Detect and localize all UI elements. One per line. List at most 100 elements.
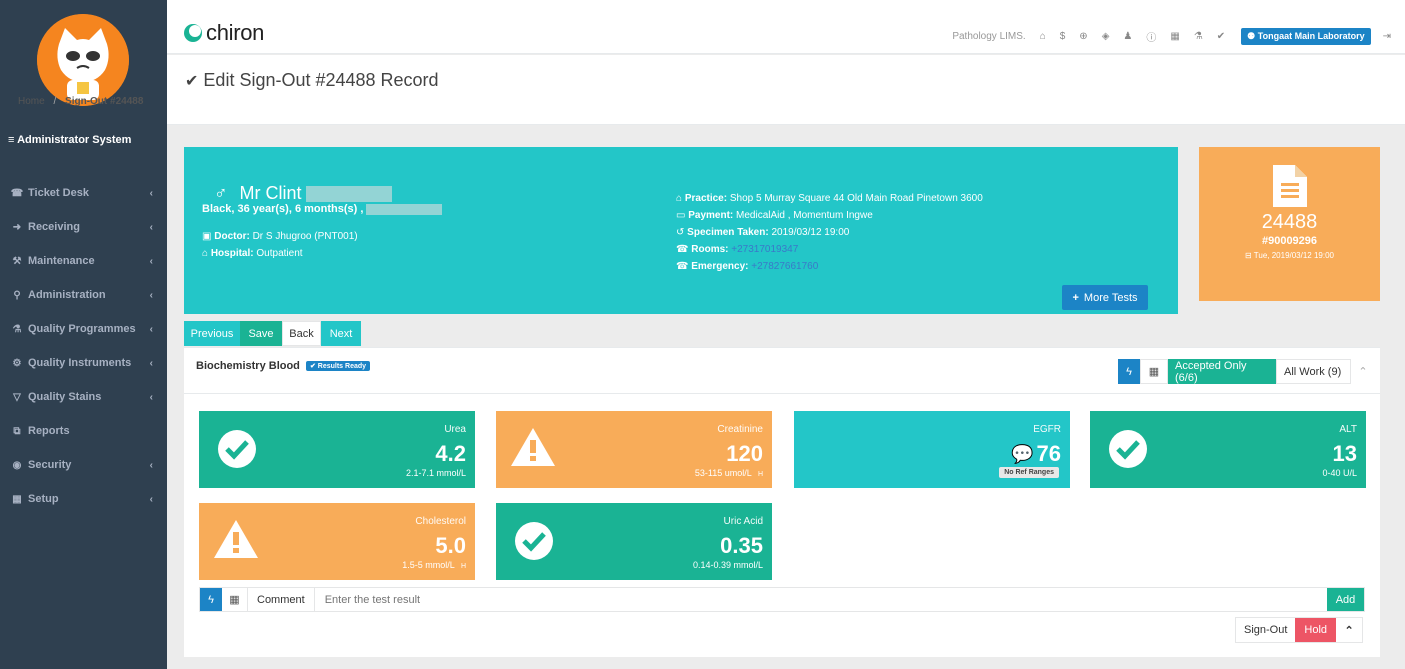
result-tile-creatinine[interactable]: Creatinine 120 53-115 umol/L H xyxy=(496,411,772,488)
bolt-button[interactable]: ϟ xyxy=(1118,359,1140,384)
sidebar-item-quality-instruments[interactable]: ⚙ Quality Instruments ‹ xyxy=(0,346,167,380)
logout-icon[interactable]: ⇥ xyxy=(1383,31,1391,42)
more-tests-button[interactable]: + More Tests xyxy=(1062,285,1148,310)
table-button[interactable]: ▦ xyxy=(1140,359,1168,384)
doctor-value: Dr S Jhugroo (PNT001) xyxy=(252,231,358,242)
sidebar-item-label: Reports xyxy=(28,425,70,437)
lab-name: Tongaat Main Laboratory xyxy=(1257,31,1365,41)
record-date: Tue, 2019/03/12 19:00 xyxy=(1253,251,1334,260)
hospital-value: Outpatient xyxy=(256,248,303,259)
flask-icon[interactable]: ⚗ xyxy=(1194,31,1203,42)
hospital-line: ⌂ Hospital: Outpatient xyxy=(202,248,303,259)
specimen-label: Specimen Taken: xyxy=(687,227,769,238)
sign-out-button[interactable]: Sign-Out xyxy=(1236,618,1296,642)
practice-line: ⌂ Practice: Shop 5 Murray Square 44 Old … xyxy=(676,193,983,204)
payment-value: MedicalAid , Momentum Ingwe xyxy=(736,210,873,221)
patient-name-row: ♂ Mr Clint xyxy=(214,183,392,204)
money-icon: ▭ xyxy=(676,210,686,221)
wrench-icon: ⚒ xyxy=(12,255,22,267)
sidebar-item-quality-stains[interactable]: ▽ Quality Stains ‹ xyxy=(0,380,167,414)
check-icon[interactable]: ✔ xyxy=(1217,31,1225,42)
tag-icon[interactable]: ◈ xyxy=(1102,31,1110,42)
expand-button[interactable]: ⌃ xyxy=(1336,618,1363,642)
payment-line: ▭ Payment: MedicalAid , Momentum Ingwe xyxy=(676,210,873,221)
back-button[interactable]: Back xyxy=(282,321,321,346)
sidebar-item-ticket-desk[interactable]: ☎ Ticket Desk ‹ xyxy=(0,176,167,210)
bolt-button[interactable]: ϟ xyxy=(200,588,222,611)
emergency-phone-link[interactable]: +27827661760 xyxy=(751,261,818,272)
result-tile-uric-acid[interactable]: Uric Acid 0.35 0.14-0.39 mmol/L xyxy=(496,503,772,580)
sidebar-item-label: Receiving xyxy=(28,221,80,233)
info-icon[interactable]: ⓘ xyxy=(1146,29,1156,44)
sidebar-item-maintenance[interactable]: ⚒ Maintenance ‹ xyxy=(0,244,167,278)
all-work-button[interactable]: All Work (9) xyxy=(1276,359,1351,384)
lock-icon: ⊟ xyxy=(1245,251,1252,260)
table-button[interactable]: ▦ xyxy=(222,588,248,611)
dollar-icon[interactable]: $ xyxy=(1060,31,1066,42)
payment-label: Payment: xyxy=(688,210,734,221)
rooms-label: Rooms: xyxy=(691,244,729,255)
previous-button[interactable]: Previous xyxy=(184,321,240,346)
calendar-icon[interactable]: ▦ xyxy=(1170,31,1179,42)
plus-icon: + xyxy=(1072,291,1079,304)
test-range-row: 0.14-0.39 mmol/L xyxy=(693,560,763,570)
file-icon xyxy=(1273,165,1307,207)
chevron-left-icon: ‹ xyxy=(149,323,153,335)
more-tests-label: More Tests xyxy=(1083,291,1138,304)
test-value: 0.35 xyxy=(720,533,763,558)
test-name: Cholesterol xyxy=(415,516,466,527)
male-icon: ♂ xyxy=(214,183,228,203)
panel-divider xyxy=(184,393,1380,394)
doctor-line: ▣ Doctor: Dr S Jhugroo (PNT001) xyxy=(202,231,358,242)
sidebar-nav: ☎ Ticket Desk ‹ ➜ Receiving ‹ ⚒ Maintenance ‹ ⚲ Ad… xyxy=(0,176,167,516)
test-name: ALT xyxy=(1339,424,1357,435)
copy-icon: ⧉ xyxy=(13,425,21,437)
home-icon[interactable]: ⌂ xyxy=(1040,31,1046,42)
patient-details: Black, 36 year(s), 6 months(s) , xyxy=(202,203,364,215)
record-date-row: ⊟ Tue, 2019/03/12 19:00 xyxy=(1199,251,1380,260)
chiron-logo-icon xyxy=(184,24,202,42)
result-tile-egfr[interactable]: EGFR 💬 76 No Ref Ranges xyxy=(794,411,1070,488)
collapse-button[interactable]: ⌃ xyxy=(1351,359,1375,384)
breadcrumb-home[interactable]: Home xyxy=(18,96,45,107)
sidebar-item-reports[interactable]: ⧉ Reports xyxy=(0,414,167,448)
emergency-line: ☎ Emergency: +27827661760 xyxy=(676,261,818,272)
warning-icon xyxy=(214,520,258,558)
sidebar-item-security[interactable]: ◉ Security ‹ xyxy=(0,448,167,482)
results-ready-badge: ✔ Results Ready xyxy=(305,361,371,372)
sidebar-item-setup[interactable]: ▦ Setup ‹ xyxy=(0,482,167,516)
lifebuoy-icon[interactable]: ⊕ xyxy=(1079,31,1087,42)
patient-details-row: Black, 36 year(s), 6 months(s) , xyxy=(202,203,443,215)
lab-selector-button[interactable]: ⚉ Tongaat Main Laboratory xyxy=(1241,28,1371,45)
user-name: Administrator System xyxy=(17,134,132,146)
result-tile-alt[interactable]: ALT 13 0-40 U/L xyxy=(1090,411,1366,488)
chevron-left-icon: ‹ xyxy=(149,391,153,403)
accepted-only-button[interactable]: Accepted Only (6/6) xyxy=(1168,359,1276,384)
sidebar-item-administration[interactable]: ⚲ Administration ‹ xyxy=(0,278,167,312)
app-name: Pathology LIMS. xyxy=(952,31,1026,42)
logo[interactable]: chiron xyxy=(183,20,264,46)
test-range: 53-115 umol/L xyxy=(694,468,752,478)
rooms-phone-link[interactable]: +27317019347 xyxy=(731,244,798,255)
comment-button[interactable]: Comment xyxy=(248,588,315,611)
emergency-label: Emergency: xyxy=(691,261,749,272)
chevron-up-icon: ⌃ xyxy=(1344,624,1354,637)
result-tile-urea[interactable]: Urea 4.2 2.1-7.1 mmol/L xyxy=(199,411,475,488)
result-tile-cholesterol[interactable]: Cholesterol 5.0 1.5-5 mmol/L H xyxy=(199,503,475,580)
sidebar-item-quality-programmes[interactable]: ⚗ Quality Programmes ‹ xyxy=(0,312,167,346)
sidebar-item-receiving[interactable]: ➜ Receiving ‹ xyxy=(0,210,167,244)
avatar[interactable] xyxy=(37,14,129,106)
sidebar-item-label: Ticket Desk xyxy=(28,187,89,199)
comment-row: ϟ ▦ Comment Add xyxy=(199,587,1365,612)
add-button[interactable]: Add xyxy=(1327,588,1364,611)
page-title: ✔ Edit Sign-Out #24488 Record xyxy=(185,70,439,91)
save-button[interactable]: Save xyxy=(240,321,282,346)
user-secret-icon[interactable]: ♟ xyxy=(1123,31,1132,42)
user-menu[interactable]: ≡ Administrator System xyxy=(8,134,131,146)
test-range-row: 2.1-7.1 mmol/L xyxy=(406,468,466,478)
hold-button[interactable]: Hold xyxy=(1295,618,1337,642)
next-button[interactable]: Next xyxy=(321,321,361,346)
high-flag: H xyxy=(757,471,763,478)
test-result-input[interactable] xyxy=(314,588,1327,611)
eye-icon: ◉ xyxy=(12,459,22,471)
